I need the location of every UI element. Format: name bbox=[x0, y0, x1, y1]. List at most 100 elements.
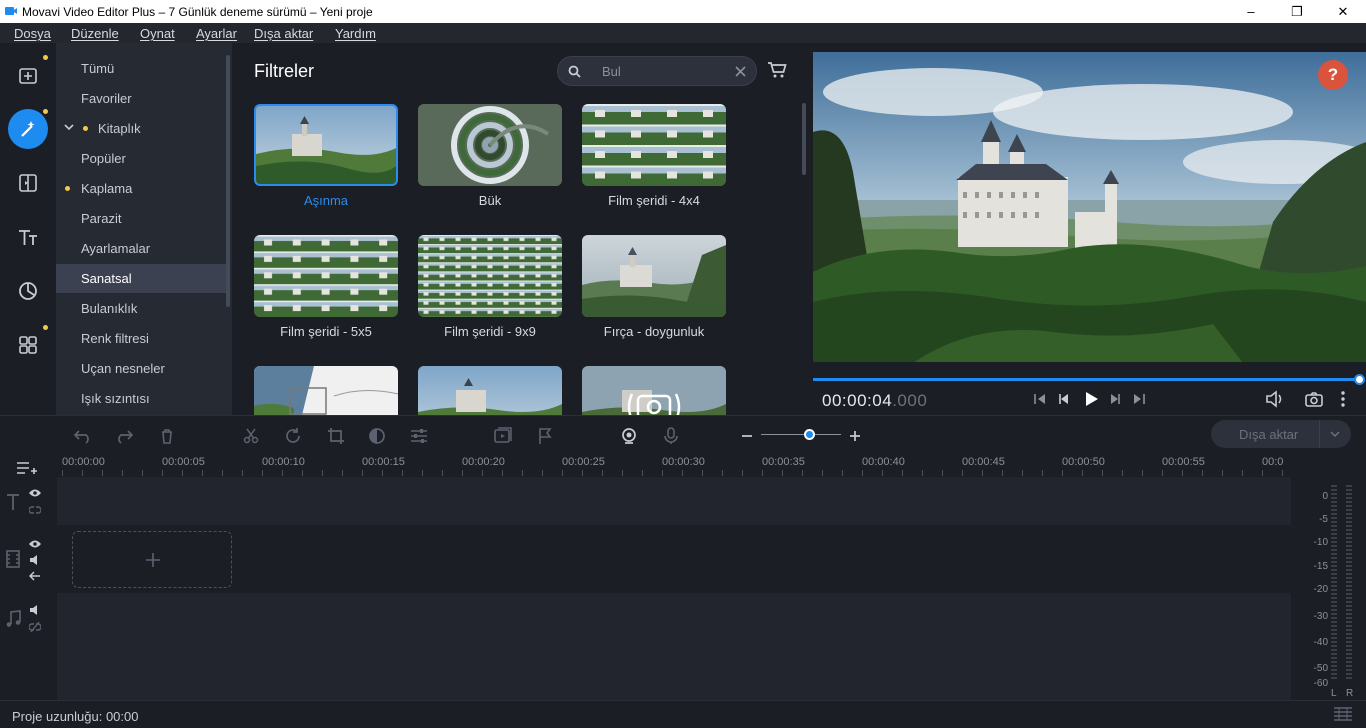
prev-frame-icon[interactable] bbox=[1057, 392, 1071, 406]
crop-button[interactable] bbox=[326, 426, 346, 446]
filters-button[interactable] bbox=[8, 109, 48, 149]
playhead-handle[interactable] bbox=[1354, 374, 1365, 385]
zoom-slider-handle[interactable] bbox=[804, 429, 815, 440]
zoom-out-button[interactable] bbox=[737, 426, 757, 446]
category-scrollbar[interactable] bbox=[226, 55, 230, 307]
skip-start-icon[interactable] bbox=[1033, 392, 1047, 406]
maximize-button[interactable]: ❐ bbox=[1274, 0, 1320, 23]
overlay-button[interactable] bbox=[493, 426, 513, 446]
category-popular[interactable]: Popüler bbox=[56, 144, 226, 173]
ruler-tick: 00:00:25 bbox=[562, 456, 605, 468]
delete-button[interactable] bbox=[157, 426, 177, 446]
grid-menu-icon[interactable] bbox=[1333, 706, 1353, 722]
category-flying-objects[interactable]: Uçan nesneler bbox=[56, 354, 226, 383]
category-color-filter[interactable]: Renk filtresi bbox=[56, 324, 226, 353]
volume-icon[interactable] bbox=[1265, 390, 1285, 408]
next-frame-icon[interactable] bbox=[1108, 392, 1122, 406]
cut-button[interactable] bbox=[241, 426, 261, 446]
audio-track[interactable] bbox=[57, 593, 1291, 700]
category-adjustments[interactable]: Ayarlamalar bbox=[56, 234, 226, 263]
menu-edit[interactable]: Düzenle bbox=[71, 26, 119, 41]
snapshot-icon[interactable] bbox=[1305, 391, 1323, 407]
more-tools-icon bbox=[19, 336, 37, 354]
timeline-ruler[interactable]: 00:00:00 00:00:05 00:00:10 00:00:15 00:0… bbox=[57, 453, 1291, 477]
redo-icon bbox=[118, 430, 134, 444]
filter-thumbnail bbox=[254, 235, 398, 317]
speaker-icon[interactable] bbox=[29, 605, 41, 615]
text-track[interactable] bbox=[57, 477, 1291, 525]
export-label: Dışa aktar bbox=[1239, 427, 1299, 442]
play-icon[interactable] bbox=[1082, 390, 1100, 408]
filter-label: Bük bbox=[478, 193, 502, 208]
category-overlay[interactable]: Kaplama bbox=[56, 174, 226, 203]
menu-help[interactable]: Yardım bbox=[335, 26, 376, 41]
chevron-down-icon[interactable] bbox=[1330, 431, 1340, 438]
menu-file[interactable]: Dosya bbox=[14, 26, 51, 41]
more-options-icon[interactable] bbox=[1339, 390, 1347, 408]
category-library[interactable]: Kitaplık bbox=[56, 114, 226, 143]
video-track[interactable] bbox=[57, 525, 1291, 593]
titles-icon bbox=[19, 230, 37, 245]
category-light-leak[interactable]: Işık sızıntısı bbox=[56, 384, 226, 413]
stickers-button[interactable] bbox=[8, 271, 48, 311]
title-bar: Movavi Video Editor Plus – 7 Günlük dene… bbox=[0, 0, 1366, 23]
link-icon[interactable] bbox=[29, 505, 41, 515]
more-tools-button[interactable] bbox=[8, 325, 48, 365]
menu-export[interactable]: Dışa aktar bbox=[254, 26, 313, 41]
record-voice-button[interactable] bbox=[661, 426, 681, 446]
filters-scrollbar[interactable] bbox=[802, 103, 806, 175]
marker-button[interactable] bbox=[535, 426, 555, 446]
microphone-icon bbox=[664, 427, 678, 444]
link-off-icon[interactable] bbox=[29, 621, 41, 633]
clip-properties-button[interactable] bbox=[409, 426, 429, 446]
eye-icon[interactable] bbox=[28, 488, 42, 498]
playback-progress[interactable] bbox=[813, 378, 1360, 381]
filter-thumbnail bbox=[582, 235, 726, 317]
filter-label: Film şeridi - 4x4 bbox=[608, 193, 700, 208]
ruler-tick: 00:00:45 bbox=[962, 456, 1005, 468]
stickers-icon bbox=[19, 282, 37, 300]
speaker-icon[interactable] bbox=[29, 555, 41, 565]
audio-level-meter: 0 -5 -10 -15 -20 -30 -40 -50 -60 L R bbox=[1291, 477, 1366, 700]
category-noise[interactable]: Parazit bbox=[56, 204, 226, 233]
transitions-button[interactable] bbox=[8, 163, 48, 203]
new-indicator-dot bbox=[43, 55, 48, 60]
menu-settings[interactable]: Ayarlar bbox=[196, 26, 237, 41]
redo-button[interactable] bbox=[114, 426, 134, 446]
record-webcam-button[interactable] bbox=[619, 426, 639, 446]
undo-button[interactable] bbox=[73, 426, 93, 446]
meter-scale: -40 bbox=[1313, 637, 1328, 648]
menu-play[interactable]: Oynat bbox=[140, 26, 175, 41]
export-button[interactable]: Dışa aktar bbox=[1211, 420, 1351, 448]
category-artistic[interactable]: Sanatsal bbox=[56, 264, 226, 293]
plus-icon bbox=[146, 553, 160, 567]
category-all[interactable]: Tümü bbox=[56, 54, 226, 83]
skip-end-icon[interactable] bbox=[1132, 392, 1146, 406]
clear-icon[interactable] bbox=[735, 66, 746, 77]
category-favorites[interactable]: Favoriler bbox=[56, 84, 226, 113]
add-track-icon[interactable] bbox=[16, 461, 38, 477]
meter-bar-left bbox=[1331, 485, 1337, 681]
video-track-icon bbox=[6, 550, 20, 568]
meter-scale: -30 bbox=[1313, 611, 1328, 622]
category-blur[interactable]: Bulanıklık bbox=[56, 294, 226, 323]
search-box[interactable] bbox=[557, 56, 757, 86]
help-button[interactable]: ? bbox=[1318, 60, 1348, 90]
category-library-label: Kitaplık bbox=[98, 121, 141, 136]
ruler-tick: 00:00:20 bbox=[462, 456, 505, 468]
search-input[interactable] bbox=[602, 63, 722, 80]
import-button[interactable] bbox=[8, 55, 48, 95]
app-icon bbox=[5, 7, 17, 15]
close-button[interactable]: ✕ bbox=[1320, 0, 1366, 23]
zoom-slider-track[interactable] bbox=[761, 434, 841, 435]
rotate-button[interactable] bbox=[283, 426, 303, 446]
arrow-left-icon[interactable] bbox=[29, 571, 41, 581]
titles-button[interactable] bbox=[8, 217, 48, 257]
cart-icon[interactable] bbox=[767, 61, 787, 79]
eye-icon[interactable] bbox=[28, 539, 42, 549]
meter-scale: -10 bbox=[1313, 537, 1328, 548]
add-media-dropzone[interactable] bbox=[72, 531, 232, 588]
color-adjust-button[interactable] bbox=[367, 426, 387, 446]
minimize-button[interactable]: – bbox=[1228, 0, 1274, 23]
zoom-in-button[interactable] bbox=[845, 426, 865, 446]
